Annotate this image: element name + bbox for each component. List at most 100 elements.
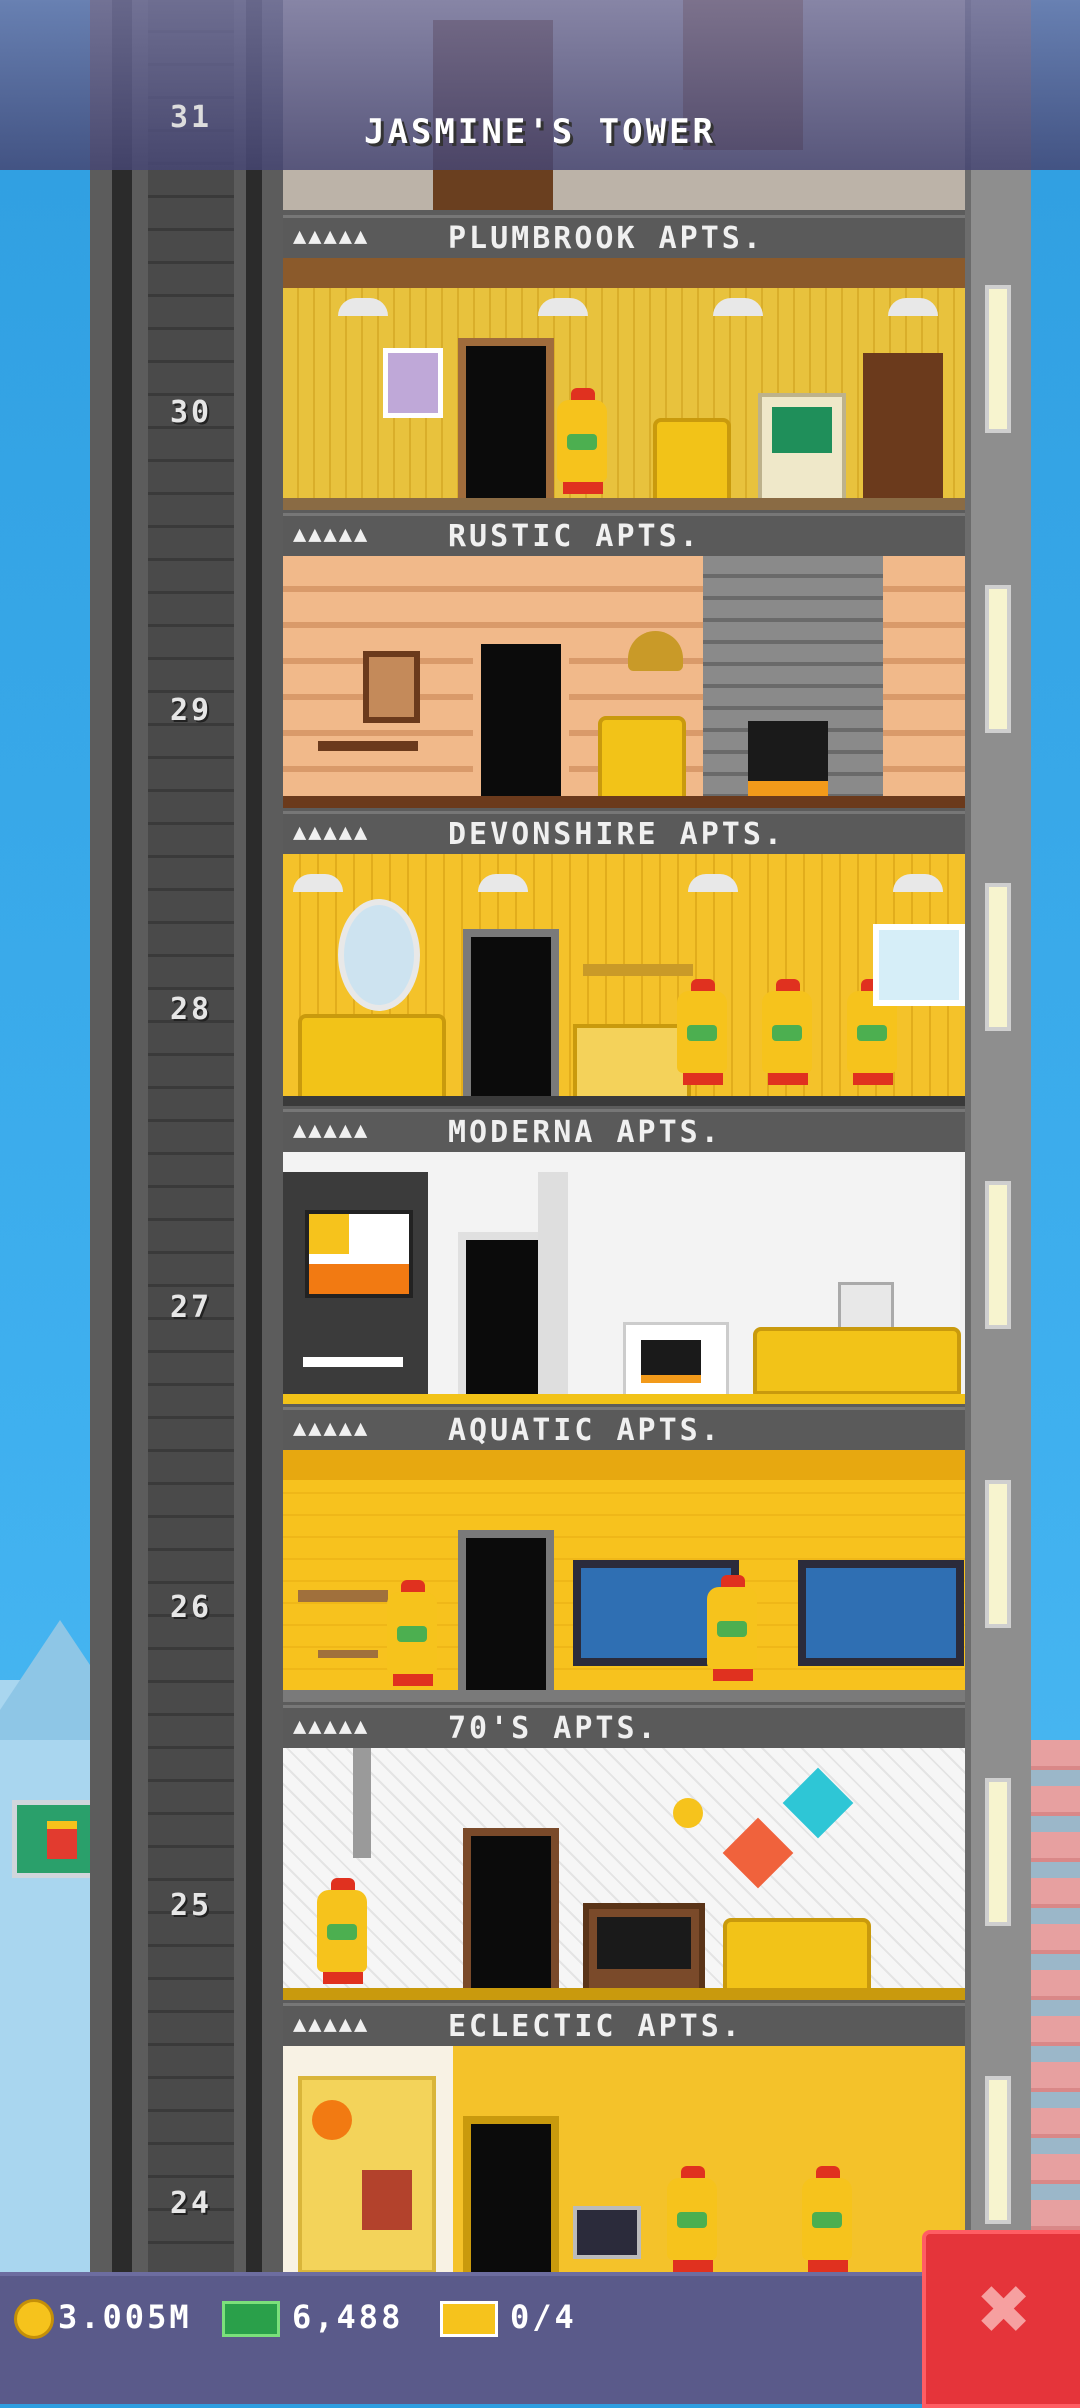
floor-trim	[283, 1988, 965, 2000]
ceiling-lamp	[338, 298, 388, 316]
tower-light	[985, 585, 1011, 733]
elevator-floor-number: 27	[169, 1290, 213, 1325]
status-bar: 3.005M 6,488 0/4	[0, 2272, 1080, 2404]
tower-light	[985, 883, 1011, 1031]
close-button[interactable]: ✖	[922, 2230, 1080, 2408]
coins-value: 3.005M	[58, 2298, 192, 2336]
floor-name: MODERNA APTS.	[448, 1115, 722, 1150]
floor-banner-70s[interactable]: ▲▲▲▲▲ 70'S APTS.	[283, 1705, 965, 1751]
floor-name: RUSTIC APTS.	[448, 519, 701, 554]
bookshelf	[863, 353, 943, 501]
ceiling-lamp	[888, 298, 938, 316]
tower-light	[985, 2076, 1011, 2224]
elevator-floor-number: 24	[169, 2186, 213, 2221]
ceiling-lamp	[713, 298, 763, 316]
ticket-icon	[440, 2301, 498, 2337]
apartment-door[interactable]	[473, 636, 569, 806]
tower-light	[985, 285, 1011, 433]
tickets-stat: 0/4	[440, 2298, 577, 2346]
wall-picture	[573, 2206, 641, 2259]
bitizen-character[interactable]	[553, 388, 611, 498]
armchair	[653, 418, 731, 506]
floor-stars: ▲▲▲▲▲	[293, 2012, 370, 2037]
wall-flower-decal	[782, 1767, 854, 1839]
sofa	[723, 1918, 871, 1996]
floor-stars: ▲▲▲▲▲	[293, 820, 370, 845]
elevator-floor-number: 29	[169, 693, 213, 728]
tower-light	[985, 1181, 1011, 1329]
floor-aquatic-apartment[interactable]	[283, 1450, 965, 1702]
floor-banner-rustic[interactable]: ▲▲▲▲▲ RUSTIC APTS.	[283, 513, 965, 559]
apartment-door[interactable]	[458, 1530, 554, 1700]
fries-billboard	[12, 1800, 100, 1878]
floor-plumbrook-apartment[interactable]	[283, 258, 965, 510]
retro-computer	[758, 393, 846, 509]
fireplace	[623, 1322, 729, 1400]
ceiling-lamp	[293, 874, 343, 892]
bitizen-character[interactable]	[703, 1575, 761, 1685]
floor-name: DEVONSHIRE APTS.	[448, 817, 785, 852]
mondrian-art	[305, 1210, 413, 1298]
shaft-rail-right	[246, 0, 262, 2275]
ceiling-lamp	[478, 874, 528, 892]
floor-name: AQUATIC APTS.	[448, 1413, 722, 1448]
bitizen-character[interactable]	[663, 2166, 721, 2276]
tower-light	[985, 1778, 1011, 1926]
floor-trim	[283, 796, 965, 808]
bitizen-character[interactable]	[798, 2166, 856, 2276]
background-city-left	[0, 1620, 140, 2300]
tower-light	[985, 1480, 1011, 1628]
floor-banner-devonshire[interactable]: ▲▲▲▲▲ DEVONSHIRE APTS.	[283, 811, 965, 857]
apartment-door[interactable]	[463, 2116, 559, 2276]
ceiling-trim	[283, 1450, 965, 1480]
floor-name: ECLECTIC APTS.	[448, 2009, 743, 2044]
wall-portrait	[363, 651, 420, 723]
floor-stars: ▲▲▲▲▲	[293, 1416, 370, 1441]
floor-banner-moderna[interactable]: ▲▲▲▲▲ MODERNA APTS.	[283, 1109, 965, 1155]
floor-trim	[283, 1096, 965, 1106]
floor-banner-plumbrook[interactable]: ▲▲▲▲▲ PLUMBROOK APTS.	[283, 215, 965, 261]
bitizen-character[interactable]	[758, 979, 816, 1089]
floor-stars: ▲▲▲▲▲	[293, 1118, 370, 1143]
floor-stars: ▲▲▲▲▲	[293, 522, 370, 547]
ceiling-beam	[283, 258, 965, 288]
hood-pipe	[353, 1748, 371, 1858]
oval-mirror	[338, 899, 420, 1011]
elevator-floor-number: 30	[169, 395, 213, 430]
elevator-shaft[interactable]	[148, 0, 234, 2275]
apartment-door[interactable]	[463, 1828, 559, 1998]
fish-tank	[798, 1560, 964, 1666]
floor-trim	[283, 1690, 965, 1702]
floor-trim	[283, 498, 965, 510]
armchair	[598, 716, 686, 806]
floor-banner-eclectic[interactable]: ▲▲▲▲▲ ECLECTIC APTS.	[283, 2003, 965, 2049]
coin-icon	[14, 2299, 54, 2339]
retro-tv	[583, 1903, 705, 2000]
bux-value: 6,488	[292, 2298, 404, 2336]
floor-stars: ▲▲▲▲▲	[293, 1714, 370, 1739]
sofa	[298, 1014, 446, 1102]
tower-header: 31 JASMINE'S TOWER	[0, 0, 1080, 170]
elevator-floor-number: 28	[169, 992, 213, 1027]
close-icon: ✖	[978, 2257, 1032, 2360]
floor-moderna-apartment[interactable]	[283, 1152, 965, 1404]
floor-70s-apartment[interactable]	[283, 1748, 965, 2000]
floor-banner-aquatic[interactable]: ▲▲▲▲▲ AQUATIC APTS.	[283, 1407, 965, 1453]
floor-eclectic-apartment[interactable]	[283, 2046, 965, 2276]
window	[873, 924, 965, 1006]
apartment-door[interactable]	[463, 929, 559, 1104]
apartment-door[interactable]	[458, 338, 554, 508]
mounted-fish	[628, 631, 683, 671]
ceiling-lamp	[893, 874, 943, 892]
bitizen-character[interactable]	[383, 1580, 441, 1690]
sofa	[753, 1327, 961, 1395]
abstract-art	[298, 2076, 436, 2274]
bux-icon	[222, 2301, 280, 2337]
floor-name: PLUMBROOK APTS.	[448, 221, 764, 256]
wall-shelf	[583, 964, 693, 976]
floor-devonshire-apartment[interactable]	[283, 854, 965, 1106]
floor-rustic-apartment[interactable]	[283, 556, 965, 808]
floor-name: 70'S APTS.	[448, 1711, 659, 1746]
bitizen-character[interactable]	[673, 979, 731, 1089]
bitizen-character[interactable]	[313, 1878, 371, 1988]
